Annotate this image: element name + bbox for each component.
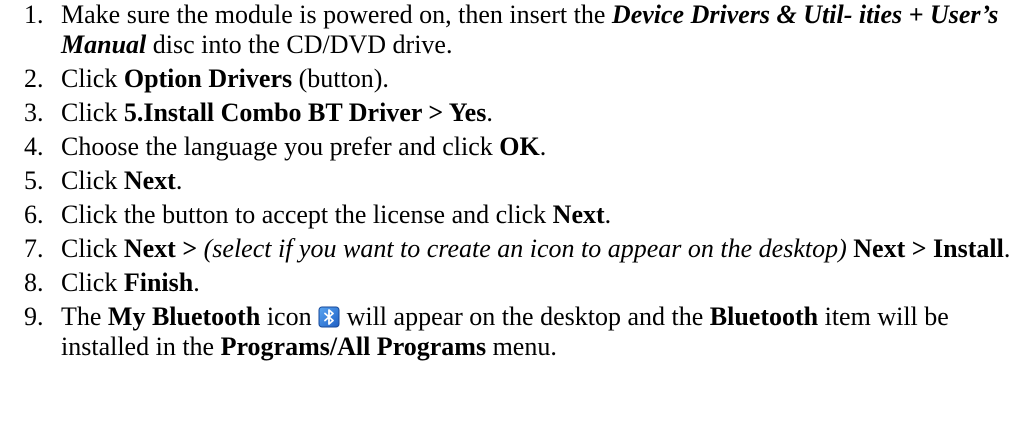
ui-label: 5.Install Combo BT Driver > Yes — [123, 98, 487, 127]
step-text: Click — [61, 268, 124, 297]
step-item: 6. Click the button to accept the licens… — [0, 200, 1031, 230]
step-number: 8. — [24, 268, 44, 297]
ui-label: Finish — [123, 268, 194, 297]
step-number: 2. — [24, 64, 44, 93]
step-text: . — [604, 200, 612, 229]
step-item: 4. Choose the language you prefer and cl… — [0, 132, 1031, 162]
step-text: icon — [260, 302, 319, 331]
step-text: disc into the CD/DVD drive. — [146, 30, 453, 59]
ui-label: Next > — [123, 234, 198, 263]
ui-label: Next > Install — [853, 234, 1004, 263]
step-text: The — [61, 302, 108, 331]
step-text: will appear on the desktop and the — [340, 302, 710, 331]
step-number: 3. — [24, 98, 44, 127]
step-text: . — [539, 132, 547, 161]
step-number: 6. — [24, 200, 44, 229]
step-number: 4. — [24, 132, 44, 161]
step-text: Make sure the module is powered on, then… — [61, 0, 612, 29]
step-item: 1. Make sure the module is powered on, t… — [0, 0, 1031, 60]
step-item: 5. Click Next. — [0, 166, 1031, 196]
step-number: 7. — [24, 234, 44, 263]
step-text: Click — [61, 98, 124, 127]
ui-label: Programs/All Programs — [220, 332, 487, 361]
installation-steps-list: 1. Make sure the module is powered on, t… — [0, 0, 1031, 362]
ui-label: Bluetooth — [709, 302, 819, 331]
step-text: . — [1003, 234, 1011, 263]
step-text: menu. — [486, 332, 557, 361]
step-number: 1. — [24, 0, 44, 29]
step-item: 9. The My Bluetooth icon will appear on … — [0, 302, 1031, 362]
step-number: 9. — [24, 302, 44, 331]
step-text: . — [486, 98, 493, 127]
step-text: . — [193, 268, 200, 297]
bluetooth-icon — [318, 305, 340, 328]
step-text: Choose the language you prefer and click — [61, 132, 500, 161]
step-text: Click — [61, 234, 124, 263]
step-text: . — [175, 166, 183, 195]
ui-label: Option Drivers — [123, 64, 293, 93]
step-text: Click the button to accept the license a… — [61, 200, 553, 229]
step-text: (button). — [292, 64, 389, 93]
step-item: 3. Click 5.Install Combo BT Driver > Yes… — [0, 98, 1031, 128]
step-item: 8. Click Finish. — [0, 268, 1031, 298]
step-item: 2. Click Option Drivers (button). — [0, 64, 1031, 94]
step-text: Click — [61, 166, 124, 195]
ui-label: Next — [123, 166, 176, 195]
ui-label: OK — [499, 132, 540, 161]
ui-label: My Bluetooth — [107, 302, 261, 331]
step-item: 7. Click Next > (select if you want to c… — [0, 234, 1031, 264]
step-note: (select if you want to create an icon to… — [203, 234, 847, 263]
ui-label: Next — [552, 200, 605, 229]
step-text: Click — [61, 64, 124, 93]
step-number: 5. — [24, 166, 44, 195]
